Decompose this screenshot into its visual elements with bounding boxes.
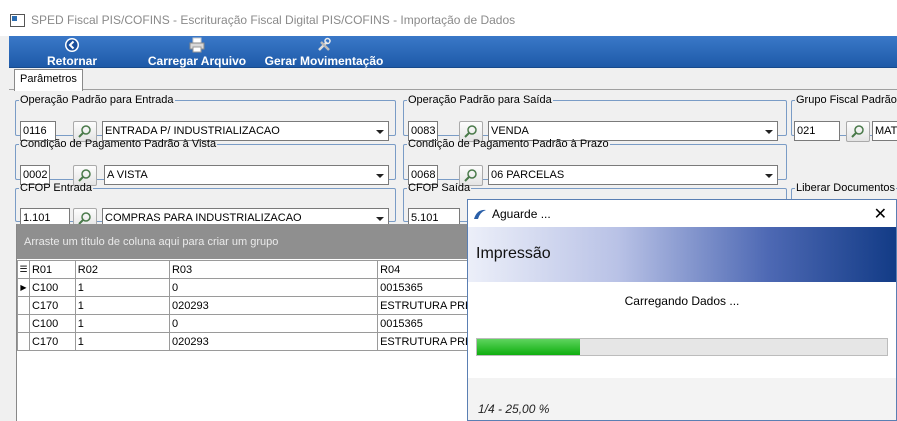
window-title: SPED Fiscal PIS/COFINS - Escrituração Fi… — [31, 13, 516, 27]
dialog-titlebar: Aguarde ... ✕ — [468, 200, 896, 227]
carregar-arquivo-label: Carregar Arquivo — [147, 54, 247, 68]
group-cfop-saida-legend: CFOP Saída — [408, 182, 471, 194]
operacao-saida-value: VENDA — [491, 125, 529, 137]
group-cond-prazo-legend: Condição de Pagamento Padrão à Prazo — [408, 138, 609, 150]
loading-message: Carregando Dados ... — [624, 294, 740, 308]
group-grupo-fiscal-legend: Grupo Fiscal Padrão — [796, 94, 897, 106]
cell: 1 — [74, 278, 170, 297]
group-cond-vista: Condição de Pagamento Padrão à Vista 000… — [15, 138, 396, 186]
chevron-down-icon — [765, 174, 773, 178]
cond-vista-value: A VISTA — [107, 169, 148, 181]
progress-bar — [476, 338, 888, 356]
back-arrow-icon — [65, 38, 79, 52]
group-grupo-fiscal: Grupo Fiscal Padrão 021 MAT — [791, 94, 897, 142]
window-titlebar: SPED Fiscal PIS/COFINS - Escrituração Fi… — [0, 0, 897, 36]
grid-header-row: ☰ R01 R02 R03 R04 — [17, 260, 486, 279]
cell: 020293 — [168, 296, 379, 315]
table-row[interactable]: C170 1 020293 ESTRUTURA PRE — [17, 332, 486, 351]
magnifier-icon — [851, 125, 864, 138]
retornar-button[interactable]: Retornar — [42, 36, 102, 68]
group-cond-vista-legend: Condição de Pagamento Padrão à Vista — [20, 138, 217, 150]
retornar-label: Retornar — [46, 54, 97, 68]
dialog-app-icon — [474, 209, 486, 219]
chevron-down-icon — [376, 174, 384, 178]
column-header[interactable]: R03 — [168, 260, 379, 279]
toolbar: Retornar Carregar Arquivo Gerar Moviment… — [9, 36, 897, 68]
row-indicator-icon: ▶ — [17, 278, 30, 297]
progress-bar-fill — [477, 339, 580, 355]
carregar-arquivo-button[interactable]: Carregar Arquivo — [147, 36, 247, 68]
dialog-banner-title: Impressão — [476, 245, 551, 262]
group-operacao-saida: Operação Padrão para Saída 0083 VENDA — [403, 94, 787, 142]
cell: 0 — [168, 314, 379, 333]
table-row[interactable]: C170 1 020293 ESTRUTURA PRE — [17, 296, 486, 315]
grupo-fiscal-code-field[interactable]: 021 — [794, 121, 840, 141]
column-header[interactable]: R02 — [74, 260, 170, 279]
operacao-entrada-value: ENTRADA P/ INDUSTRIALIZACAO — [105, 125, 280, 137]
grupo-fiscal-search-button[interactable] — [846, 121, 870, 142]
table-row[interactable]: ▶ C100 1 0 0015365 — [17, 278, 486, 297]
cell: C170 — [28, 296, 76, 315]
progress-status: 1/4 - 25,00 % — [478, 402, 550, 416]
app-icon — [10, 14, 25, 27]
cell: 1 — [74, 314, 170, 333]
tab-strip: Parâmetros — [9, 68, 897, 91]
group-liberar-documentos-legend: Liberar Documentos — [796, 182, 896, 194]
table-row[interactable]: C100 1 0 0015365 — [17, 314, 486, 333]
gerar-movimentacao-button[interactable]: Gerar Movimentação — [262, 36, 386, 68]
group-cond-prazo: Condição de Pagamento Padrão à Prazo 006… — [403, 138, 787, 186]
row-indicator — [17, 296, 30, 315]
dialog-title: Aguarde ... — [492, 207, 551, 221]
group-operacao-entrada: Operação Padrão para Entrada 0116 ENTRAD… — [15, 94, 396, 142]
column-header[interactable]: R01 — [28, 260, 76, 279]
grupo-fiscal-combo[interactable]: MAT — [872, 121, 897, 141]
dialog-banner: Impressão — [468, 227, 896, 282]
close-icon[interactable]: ✕ — [874, 204, 887, 224]
cell: C170 — [28, 332, 76, 351]
row-indicator — [17, 314, 30, 333]
data-grid: Arraste um título de coluna aqui para cr… — [16, 224, 486, 421]
cell: 0 — [168, 278, 379, 297]
dialog-body: Carregando Dados ... — [468, 282, 896, 378]
column-chooser-icon[interactable]: ☰ — [17, 260, 30, 279]
cell: 1 — [74, 332, 170, 351]
chevron-down-icon — [376, 130, 384, 134]
grid-table: ☰ R01 R02 R03 R04 ▶ C100 1 0 0015365 C17… — [17, 260, 486, 351]
cond-prazo-value: 06 PARCELAS — [491, 169, 565, 181]
tools-icon — [318, 37, 331, 51]
group-cfop-entrada: CFOP Entrada 1.101 COMPRAS PARA INDUSTRI… — [15, 182, 396, 229]
group-by-panel[interactable]: Arraste um título de coluna aqui para cr… — [17, 224, 486, 259]
group-operacao-saida-legend: Operação Padrão para Saída — [408, 94, 552, 106]
chevron-down-icon — [376, 217, 384, 221]
cell: 020293 — [168, 332, 379, 351]
printer-icon — [189, 37, 205, 53]
cell: C100 — [28, 278, 76, 297]
cell: C100 — [28, 314, 76, 333]
group-cfop-entrada-legend: CFOP Entrada — [20, 182, 92, 194]
group-operacao-entrada-legend: Operação Padrão para Entrada — [20, 94, 174, 106]
cfop-entrada-value: COMPRAS PARA INDUSTRIALIZACAO — [105, 212, 302, 224]
tab-parametros[interactable]: Parâmetros — [14, 69, 83, 91]
wait-dialog: Aguarde ... ✕ Impressão Carregando Dados… — [467, 199, 897, 421]
row-indicator — [17, 332, 30, 351]
gerar-movimentacao-label: Gerar Movimentação — [264, 54, 384, 68]
chevron-down-icon — [765, 130, 773, 134]
cell: 1 — [74, 296, 170, 315]
